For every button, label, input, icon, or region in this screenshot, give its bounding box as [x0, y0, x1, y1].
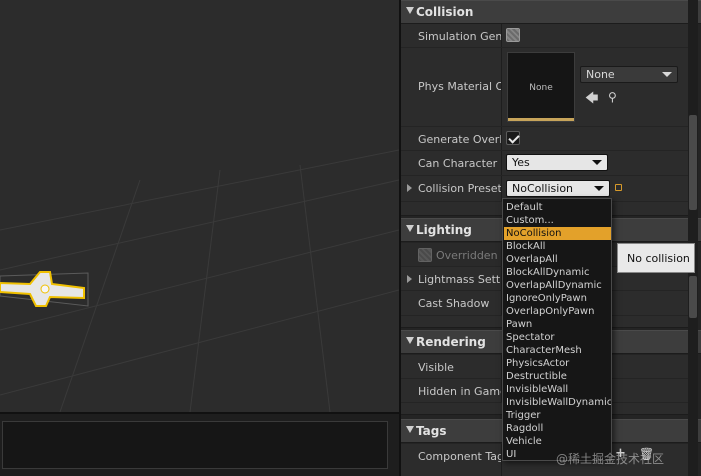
dropdown-option[interactable]: Spectator: [504, 331, 611, 344]
column-splitter[interactable]: [501, 127, 502, 150]
category-title: Tags: [416, 424, 447, 438]
chevron-down-icon: [594, 186, 604, 191]
details-scroll-track[interactable]: [688, 0, 698, 476]
viewport-grid: [0, 149, 399, 412]
dropdown-option[interactable]: NoCollision: [504, 227, 611, 240]
collision-presets-combo[interactable]: NoCollision: [506, 180, 610, 197]
dropdown-option[interactable]: Pawn: [504, 318, 611, 331]
can-character-combo[interactable]: Yes: [506, 154, 608, 171]
collapse-arrow-icon: [406, 337, 414, 344]
thumbnail-asset-bar: [508, 118, 574, 121]
dropdown-option[interactable]: OverlapAll: [504, 253, 611, 266]
category-title: Rendering: [416, 335, 486, 349]
level-viewport[interactable]: [0, 0, 399, 412]
details-scrollbar-thumb[interactable]: [689, 115, 697, 210]
collision-presets-dropdown[interactable]: Default Custom... NoCollision BlockAll Overl…: [502, 198, 612, 461]
collapse-arrow-icon: [406, 7, 414, 14]
arrow-left-icon[interactable]: 🡄: [585, 89, 598, 111]
prop-label: Visible: [418, 361, 454, 374]
collapse-arrow-icon: [406, 426, 414, 433]
dropdown-option[interactable]: CharacterMesh: [504, 344, 611, 357]
dropdown-option[interactable]: Trigger: [504, 409, 611, 422]
prop-label: Phys Material Ov: [418, 80, 501, 93]
dropdown-option[interactable]: Default: [504, 201, 611, 214]
dropdown-option[interactable]: BlockAll: [504, 240, 611, 253]
dropdown-option[interactable]: Custom...: [504, 214, 611, 227]
column-splitter[interactable]: [501, 151, 502, 175]
overridden-checkbox[interactable]: [418, 248, 432, 262]
combo-value: NoCollision: [512, 182, 574, 195]
prop-generate-overlap-events: Generate Overlap: [401, 127, 691, 150]
combo-value: None: [586, 68, 615, 81]
prop-label: Simulation Gene: [418, 30, 501, 43]
dropdown-option[interactable]: InvisibleWall: [504, 383, 611, 396]
prop-label: Generate Overlap: [418, 133, 501, 146]
column-splitter[interactable]: [501, 24, 502, 47]
dropdown-option[interactable]: IgnoreOnlyPawn: [504, 292, 611, 305]
chevron-down-icon: [662, 72, 672, 77]
phys-material-combo[interactable]: None: [580, 66, 678, 83]
dropdown-option[interactable]: BlockAllDynamic: [504, 266, 611, 279]
expand-arrow-icon[interactable]: [407, 184, 412, 192]
chevron-down-icon: [592, 160, 602, 165]
prop-label: Hidden in Game: [418, 385, 501, 398]
magnifier-icon[interactable]: ⚲: [608, 90, 617, 104]
dropdown-option[interactable]: Destructible: [504, 370, 611, 383]
prop-label: Lightmass Settin: [418, 273, 501, 286]
thumbnail-label: None: [529, 83, 553, 93]
column-splitter[interactable]: [501, 48, 502, 126]
watermark: @稀土掘金技术社区: [556, 452, 665, 466]
category-title: Lighting: [416, 223, 472, 237]
prop-simulation-generates-hit-events: Simulation Gene: [401, 24, 691, 47]
prop-label: Cast Shadow: [418, 297, 490, 310]
bottom-field[interactable]: [2, 421, 388, 469]
dropdown-option[interactable]: Vehicle: [504, 435, 611, 448]
phys-material-thumbnail[interactable]: None: [507, 52, 575, 122]
reset-to-default-icon[interactable]: [615, 184, 622, 191]
details-scrollbar-thumb-lower[interactable]: [689, 276, 697, 318]
dropdown-option[interactable]: OverlapAllDynamic: [504, 279, 611, 292]
dropdown-option[interactable]: InvisibleWallDynamic: [504, 396, 611, 409]
bottom-panel: [0, 412, 399, 476]
simulation-checkbox[interactable]: [506, 28, 520, 42]
category-title: Collision: [416, 5, 474, 19]
combo-value: Yes: [512, 156, 530, 169]
prop-label: Collision Presets: [418, 182, 501, 195]
collapse-arrow-icon: [406, 225, 414, 232]
dropdown-option[interactable]: Ragdoll: [504, 422, 611, 435]
prop-label: Can Character St: [418, 157, 501, 170]
dropdown-option[interactable]: PhysicsActor: [504, 357, 611, 370]
dropdown-option[interactable]: OverlapOnlyPawn: [504, 305, 611, 318]
selected-mesh[interactable]: [0, 271, 89, 307]
tooltip: No collision: [617, 243, 695, 273]
generate-overlap-checkbox[interactable]: [506, 131, 520, 145]
category-collision[interactable]: Collision: [401, 0, 701, 24]
expand-arrow-icon[interactable]: [407, 275, 412, 283]
prop-label: Component Tags: [418, 450, 501, 463]
